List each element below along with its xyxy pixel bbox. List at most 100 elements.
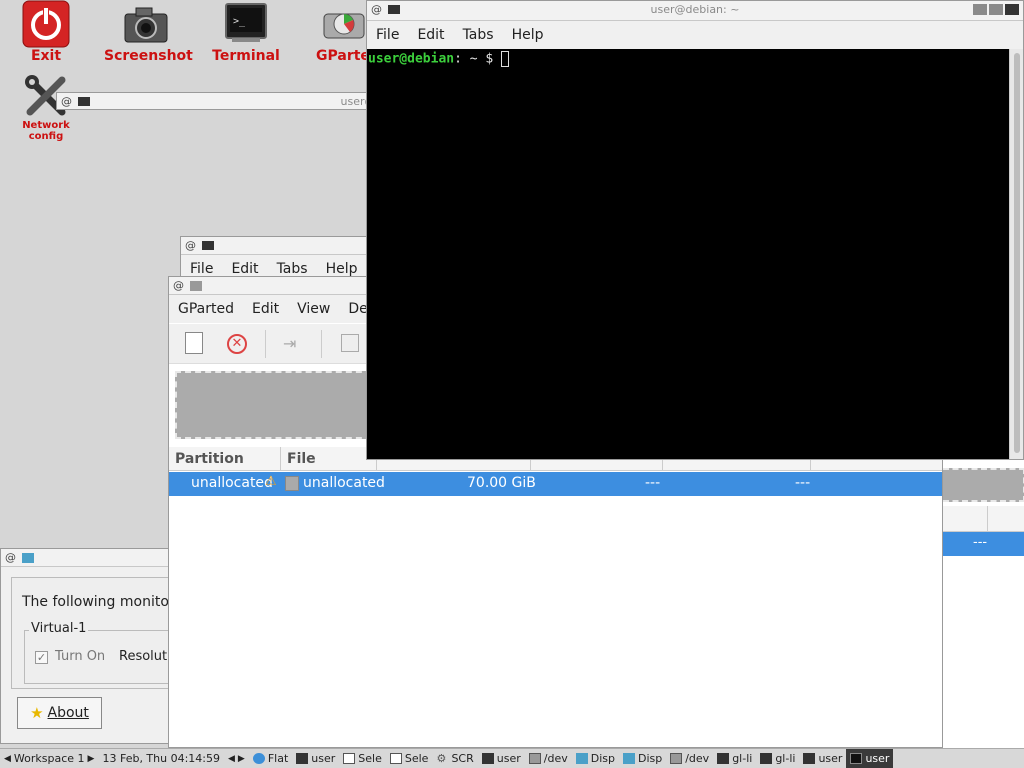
desktop-icon-gparted[interactable]: GParted (316, 0, 372, 64)
taskbar-item[interactable]: gl-li (756, 749, 799, 768)
taskbar-item-label: user (311, 752, 336, 765)
menu-gparted[interactable]: GParted (169, 301, 243, 317)
taskbar-item-label: SCR (451, 752, 474, 765)
gparted-window-back[interactable]: --- (942, 460, 1024, 748)
right-arrow-icon[interactable]: ▶ (88, 754, 95, 764)
menu-view[interactable]: View (288, 301, 339, 317)
terminal-icon (760, 753, 773, 764)
terminal-scrollbar[interactable] (1009, 49, 1023, 459)
terminal-icon (850, 753, 863, 764)
title-bar[interactable]: @ user@debian: ~ (367, 1, 1023, 21)
taskbar-item[interactable]: Flat (249, 749, 292, 768)
menu-tabs[interactable]: Tabs (454, 27, 503, 43)
right-arrow-icon[interactable]: ▶ (238, 754, 245, 764)
taskbar-item[interactable]: user (292, 749, 339, 768)
desktop-icon-screenshot[interactable]: Screenshot (104, 0, 193, 64)
prompt-user: user@debian (368, 51, 455, 67)
menu-edit[interactable]: Edit (222, 261, 267, 277)
taskbar-item[interactable]: Disp (572, 749, 619, 768)
power-icon (22, 0, 70, 48)
taskbar-item[interactable]: /dev (666, 749, 713, 768)
debian-swirl-icon[interactable]: @ (5, 551, 16, 564)
monitor-icon (622, 753, 635, 764)
taskbar-item-label: gl-li (775, 752, 796, 765)
globe-icon (252, 753, 265, 764)
row-value: --- (973, 535, 988, 550)
monitor-description: The following monitor is (22, 594, 172, 610)
title-bar[interactable]: @ (1, 549, 171, 567)
turn-on-checkbox[interactable]: ✓ (35, 651, 48, 664)
taskbar-item[interactable]: Sele (339, 749, 386, 768)
taskbar-item[interactable]: ⚙ SCR (432, 749, 477, 768)
group-title: Virtual-1 (29, 621, 89, 636)
row-unused: --- (795, 475, 811, 491)
menu-help[interactable]: Help (503, 27, 553, 43)
desktop-icon-label: Screenshot (104, 48, 193, 64)
taskbar-nav[interactable]: ◀ ▶ (224, 749, 249, 768)
table-row[interactable]: unallocated ⚠ unallocated 70.00 GiB --- … (169, 472, 943, 496)
taskbar-clock[interactable]: 13 Feb, Thu 04:14:59 (98, 749, 224, 768)
taskbar-item[interactable]: /dev (525, 749, 572, 768)
table-row[interactable]: --- (943, 532, 1024, 556)
debian-swirl-icon[interactable]: @ (173, 279, 184, 292)
taskbar-item-label: Sele (404, 752, 429, 765)
taskbar-item[interactable]: user (799, 749, 846, 768)
close-button[interactable] (1005, 4, 1019, 15)
gparted-icon (670, 753, 683, 764)
minimize-button[interactable] (973, 4, 987, 15)
terminal-output[interactable]: user@debian: ~ $ (367, 49, 1009, 459)
desktop-icon-terminal[interactable]: >_ Terminal (208, 0, 284, 64)
row-filesystem: unallocated (303, 475, 385, 491)
table-body (169, 496, 943, 747)
row-size: 70.00 GiB (467, 475, 536, 491)
menu-file[interactable]: File (367, 27, 408, 43)
prompt-path: : ~ $ (454, 51, 502, 67)
column-filesystem[interactable]: File System (281, 446, 377, 491)
desktop-icon-exit[interactable]: Exit (16, 0, 76, 64)
taskbar-item[interactable]: Disp (619, 749, 666, 768)
taskbar-workspace[interactable]: ◀ Workspace 1 ▶ (0, 749, 98, 768)
scrollbar-thumb[interactable] (1014, 53, 1020, 453)
menu-bar: File Edit Tabs Help (367, 21, 1023, 49)
resize-move-icon[interactable]: ⇥ (283, 334, 296, 353)
taskbar-item-label: /dev (685, 752, 710, 765)
maximize-button[interactable] (989, 4, 1003, 15)
taskbar-item[interactable]: user (478, 749, 525, 768)
about-button[interactable]: ★ About (17, 697, 102, 729)
taskbar-item[interactable]: gl-li (713, 749, 756, 768)
delete-icon[interactable]: ✕ (227, 334, 247, 354)
gparted-icon (528, 753, 541, 764)
menu-edit[interactable]: Edit (408, 27, 453, 43)
taskbar-item-label: user (818, 752, 843, 765)
menu-tabs[interactable]: Tabs (268, 261, 317, 277)
warning-icon: ⚠ (265, 474, 277, 489)
menu-help[interactable]: Help (317, 261, 367, 277)
terminal-small-icon (202, 241, 214, 250)
title-bar[interactable]: @ (181, 237, 379, 255)
star-icon: ★ (30, 704, 44, 722)
left-arrow-icon[interactable]: ◀ (228, 754, 235, 764)
camera-icon (122, 0, 170, 48)
taskbar-item[interactable]: Sele (386, 749, 433, 768)
table-header (943, 506, 1024, 532)
new-partition-icon[interactable] (185, 332, 203, 354)
terminal-window-main[interactable]: @ user@debian: ~ File Edit Tabs Help use… (366, 0, 1024, 460)
debian-swirl-icon[interactable]: @ (185, 239, 196, 252)
copy-icon[interactable] (341, 334, 359, 352)
column-partition[interactable]: Partition (169, 446, 281, 471)
resolution-label: Resoluti (119, 649, 171, 664)
left-arrow-icon[interactable]: ◀ (4, 754, 11, 764)
taskbar-item-label: Flat (267, 752, 289, 765)
window-icon (343, 753, 356, 764)
taskbar-item-label: gl-li (732, 752, 753, 765)
taskbar-item-label: Sele (358, 752, 382, 765)
terminal-cursor (501, 51, 510, 67)
menu-file[interactable]: File (181, 261, 222, 277)
monitor-settings-window[interactable]: @ The following monitor is Virtual-1 ✓ T… (0, 548, 172, 744)
monitor-icon (22, 552, 34, 563)
taskbar-item-active[interactable]: user (846, 749, 894, 768)
desktop-icon-label: Exit (30, 48, 62, 64)
clock-label: 13 Feb, Thu 04:14:59 (102, 752, 220, 765)
taskbar-item-label: user (496, 752, 521, 765)
menu-edit[interactable]: Edit (243, 301, 288, 317)
